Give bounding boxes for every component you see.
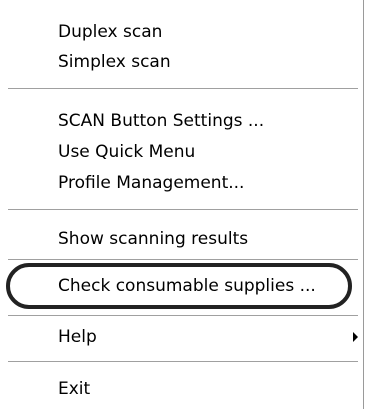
menu-separator [8, 259, 358, 260]
menu-item-duplex-scan[interactable]: Duplex scan [58, 22, 162, 42]
menu-item-show-scanning-results[interactable]: Show scanning results [58, 229, 248, 249]
menu-item-use-quick-menu[interactable]: Use Quick Menu [58, 142, 195, 162]
menu-separator [8, 209, 358, 210]
menu-item-check-consumable-supplies[interactable]: Check consumable supplies ... [58, 276, 316, 296]
menu-item-help[interactable]: Help [58, 327, 97, 347]
menu-item-simplex-scan[interactable]: Simplex scan [58, 52, 171, 72]
context-menu: Duplex scan Simplex scan SCAN Button Set… [0, 0, 364, 409]
menu-item-scan-button-settings[interactable]: SCAN Button Settings ... [58, 111, 264, 131]
menu-separator [8, 88, 358, 89]
menu-separator [8, 361, 358, 362]
chevron-right-icon [353, 332, 358, 342]
menu-separator [8, 315, 358, 316]
menu-item-exit[interactable]: Exit [58, 379, 90, 399]
menu-item-profile-management[interactable]: Profile Management... [58, 173, 244, 193]
